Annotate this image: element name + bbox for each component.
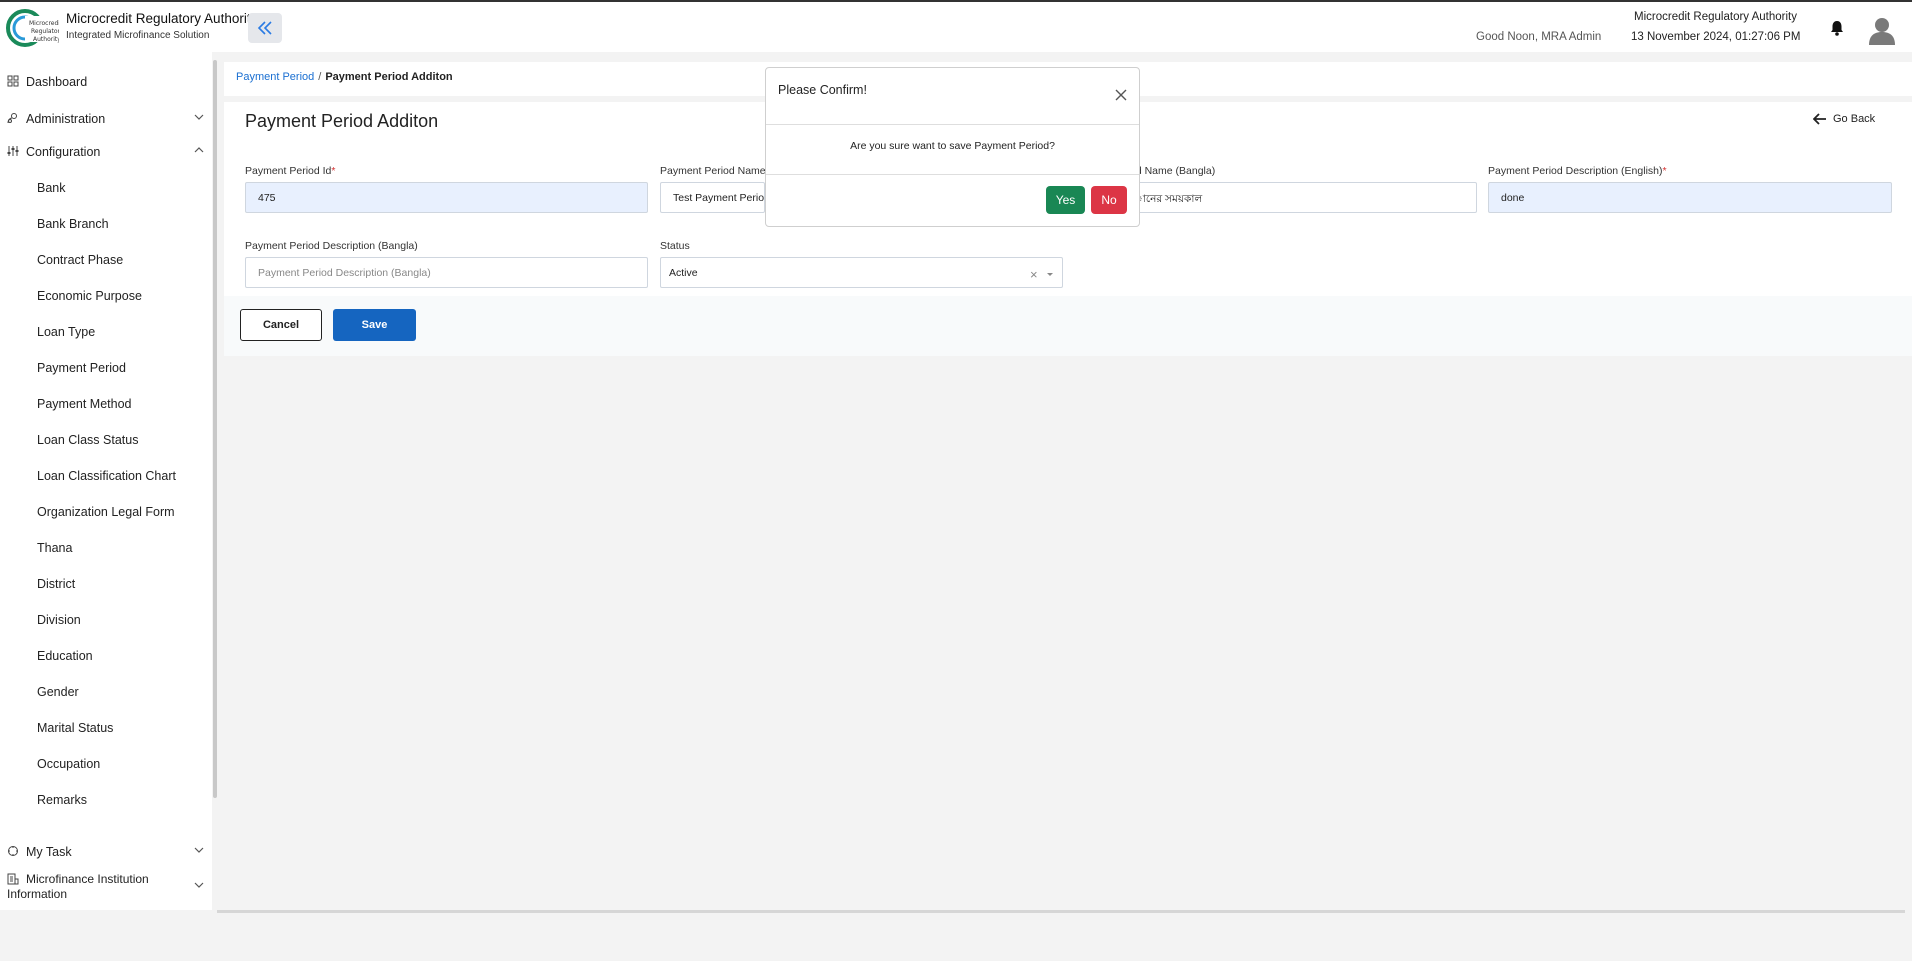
- task-icon: [8, 846, 18, 856]
- top-header: Microcredit Regulatory Authority Microcr…: [0, 0, 1912, 52]
- sidebar-subitem-gender[interactable]: Gender: [37, 685, 79, 699]
- dialog-message: Are you sure want to save Payment Period…: [850, 140, 1055, 152]
- payment-period-description-bangla-label: Payment Period Description (Bangla): [245, 240, 418, 252]
- breadcrumb-separator: /: [318, 71, 322, 83]
- sidebar-item-configuration[interactable]: Configuration: [0, 141, 212, 165]
- status-select[interactable]: Active: [660, 257, 1063, 288]
- admin-icon: [7, 113, 17, 124]
- sidebar-subitem-loan-type[interactable]: Loan Type: [37, 325, 95, 339]
- sidebar: Dashboard Administration Configuration B…: [0, 52, 212, 910]
- yes-button[interactable]: Yes: [1046, 186, 1085, 214]
- sidebar-subitem-bank[interactable]: Bank: [37, 181, 66, 195]
- chevron-down-icon: [194, 847, 204, 853]
- sidebar-subitem-organization-legal-form[interactable]: Organization Legal Form: [37, 505, 175, 519]
- page-title: Payment Period Additon: [245, 111, 439, 131]
- dialog-divider: [766, 124, 1139, 125]
- payment-period-name-label: Payment Period Name: [660, 165, 766, 177]
- org-name: Microcredit Regulatory Authority: [1634, 11, 1797, 23]
- svg-text:Authority: Authority: [33, 36, 59, 43]
- sidebar-subitem-bank-branch[interactable]: Bank Branch: [37, 217, 109, 231]
- go-back-label: Go Back: [1833, 113, 1876, 125]
- arrow-left-icon: [1813, 113, 1826, 125]
- sidebar-item-administration[interactable]: Administration: [0, 108, 212, 132]
- cancel-button[interactable]: Cancel: [240, 309, 322, 341]
- no-button[interactable]: No: [1091, 186, 1127, 214]
- configuration-icon: [7, 146, 19, 156]
- close-icon[interactable]: [1114, 88, 1128, 102]
- sidebar-item-label-line2: Information: [7, 887, 68, 901]
- chevron-down-icon: [194, 882, 204, 888]
- chevron-up-icon: [194, 147, 204, 153]
- sidebar-subitem-remarks[interactable]: Remarks: [37, 793, 87, 807]
- sidebar-item-dashboard[interactable]: Dashboard: [0, 71, 212, 95]
- svg-text:Microcredit: Microcredit: [29, 20, 59, 27]
- payment-period-description-english-input[interactable]: done: [1488, 182, 1892, 213]
- sidebar-item-mfi-information[interactable]: Microfinance Institution Information: [0, 870, 212, 904]
- payment-period-id-label: Payment Period Id*: [245, 165, 336, 177]
- sidebar-subitem-payment-period[interactable]: Payment Period: [37, 361, 126, 375]
- confirm-dialog: Please Confirm! Are you sure want to sav…: [765, 67, 1140, 227]
- mra-logo: Microcredit Regulatory Authority: [6, 9, 59, 47]
- status-label: Status: [660, 240, 690, 252]
- bell-icon[interactable]: [1828, 19, 1846, 37]
- app-subtitle: Integrated Microfinance Solution: [66, 30, 210, 41]
- payment-period-description-english-label: Payment Period Description (English)*: [1488, 165, 1667, 177]
- content-bottom-divider: [217, 910, 1905, 913]
- sidebar-item-my-task[interactable]: My Task: [0, 841, 212, 865]
- save-button[interactable]: Save: [333, 309, 416, 341]
- form-actions: [224, 296, 1912, 356]
- sidebar-subitem-division[interactable]: Division: [37, 613, 81, 627]
- sidebar-subitem-district[interactable]: District: [37, 577, 75, 591]
- sidebar-item-label: My Task: [26, 845, 72, 859]
- institution-icon: [7, 873, 19, 885]
- sidebar-subitem-loan-classification-chart[interactable]: Loan Classification Chart: [37, 469, 176, 483]
- dashboard-icon: [7, 75, 19, 87]
- greeting: Good Noon, MRA Admin: [1476, 31, 1602, 43]
- go-back-button[interactable]: Go Back: [1813, 113, 1875, 125]
- sidebar-subitem-marital-status[interactable]: Marital Status: [37, 721, 113, 735]
- sidebar-subitem-thana[interactable]: Thana: [37, 541, 72, 555]
- sidebar-item-label: Administration: [26, 112, 106, 126]
- app-title: Microcredit Regulatory Authority: [66, 11, 258, 26]
- sidebar-item-label: Dashboard: [26, 75, 88, 89]
- sidebar-subitem-economic-purpose[interactable]: Economic Purpose: [37, 289, 142, 303]
- breadcrumb-link-payment-period[interactable]: Payment Period: [236, 71, 314, 83]
- payment-period-name-bangla-label: od Name (Bangla): [1130, 165, 1216, 177]
- sidebar-subitem-contract-phase[interactable]: Contract Phase: [37, 253, 123, 267]
- sidebar-scrollbar[interactable]: [213, 60, 217, 798]
- svg-text:Regulatory: Regulatory: [31, 28, 59, 35]
- sidebar-collapse-button[interactable]: [248, 13, 282, 43]
- payment-period-description-bangla-input[interactable]: Payment Period Description (Bangla): [245, 257, 648, 288]
- dialog-title: Please Confirm!: [778, 83, 867, 97]
- payment-period-id-input[interactable]: 475: [245, 182, 648, 213]
- sidebar-item-label: Configuration: [26, 145, 101, 159]
- sidebar-subitem-education[interactable]: Education: [37, 649, 93, 663]
- breadcrumb-current: Payment Period Additon: [325, 71, 453, 83]
- chevron-down-icon: [194, 114, 204, 120]
- sidebar-subitem-occupation[interactable]: Occupation: [37, 757, 100, 771]
- user-avatar-icon[interactable]: [1868, 15, 1896, 45]
- sidebar-subitem-loan-class-status[interactable]: Loan Class Status: [37, 433, 138, 447]
- payment-period-name-bangla-input[interactable]: ানের সময়কাল: [1130, 182, 1477, 213]
- payment-period-name-input[interactable]: Test Payment Period: [660, 182, 765, 213]
- sidebar-subitem-payment-method[interactable]: Payment Method: [37, 397, 132, 411]
- current-datetime: 13 November 2024, 01:27:06 PM: [1631, 31, 1801, 43]
- dialog-divider: [766, 174, 1139, 175]
- sidebar-item-label-line1: Microfinance Institution: [26, 872, 149, 886]
- clear-icon[interactable]: ×: [1030, 267, 1038, 282]
- double-chevron-left-icon: [257, 21, 272, 35]
- caret-down-icon[interactable]: [1046, 271, 1054, 277]
